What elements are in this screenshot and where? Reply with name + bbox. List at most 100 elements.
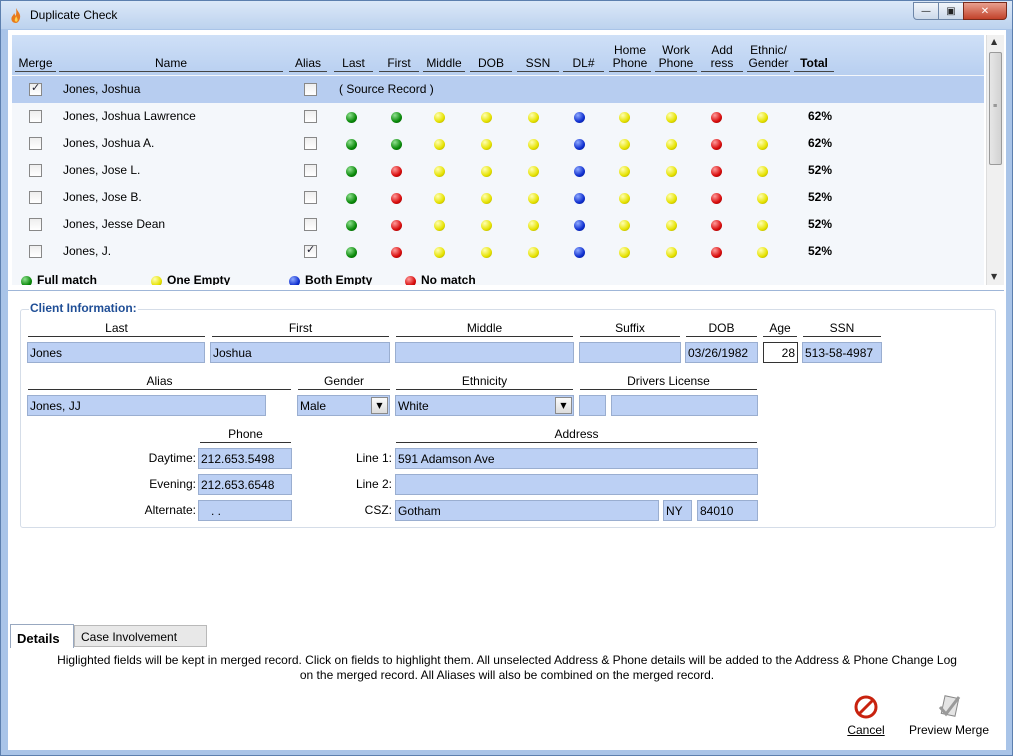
header-first[interactable]: First bbox=[379, 57, 419, 72]
yellow-match-dot-icon bbox=[481, 166, 492, 177]
red-match-dot-icon bbox=[391, 247, 402, 258]
table-row[interactable]: Jones, Jose B. 52% bbox=[12, 184, 984, 211]
gender-dropdown-arrow-icon[interactable]: ▼ bbox=[371, 397, 388, 414]
label-alternate: Alternate: bbox=[144, 503, 196, 517]
window-title: Duplicate Check bbox=[30, 8, 118, 22]
alias-checkbox[interactable] bbox=[304, 110, 317, 123]
label-phone: Phone bbox=[200, 427, 291, 443]
header-home-line2: Phone bbox=[612, 56, 648, 70]
zip-field[interactable]: 84010 bbox=[697, 500, 758, 521]
alias-checkbox[interactable] bbox=[304, 164, 317, 177]
header-ssn[interactable]: SSN bbox=[517, 57, 559, 72]
yellow-match-dot-icon bbox=[666, 247, 677, 258]
dl-number-field[interactable] bbox=[611, 395, 758, 416]
tab-details[interactable]: Details bbox=[10, 624, 74, 648]
ethnicity-select[interactable]: White ▼ bbox=[395, 395, 574, 416]
table-row[interactable]: Jones, Jose L. 52% bbox=[12, 157, 984, 184]
state-field[interactable]: NY bbox=[663, 500, 692, 521]
ethnicity-value: White bbox=[398, 399, 429, 413]
red-match-dot-icon bbox=[391, 166, 402, 177]
close-button[interactable]: ✕ bbox=[963, 2, 1007, 20]
row-name: Jones, Joshua bbox=[63, 82, 141, 96]
row-name: Jones, Jesse Dean bbox=[63, 217, 166, 231]
merge-checkbox[interactable] bbox=[29, 218, 42, 231]
checkmark-document-icon bbox=[938, 695, 961, 717]
tab-case-involvement[interactable]: Case Involvement bbox=[74, 625, 207, 647]
minimize-button[interactable]: — bbox=[913, 2, 939, 20]
table-row[interactable]: Jones, Joshua Lawrence 62% bbox=[12, 103, 984, 130]
header-last[interactable]: Last bbox=[334, 57, 373, 72]
merge-checkbox[interactable] bbox=[29, 81, 42, 96]
yellow-match-dot-icon bbox=[528, 247, 539, 258]
header-address[interactable]: Add ress bbox=[701, 44, 743, 72]
first-field[interactable]: Joshua bbox=[210, 342, 390, 363]
alias-field[interactable]: Jones, JJ bbox=[27, 395, 266, 416]
header-address-line1: Add bbox=[711, 43, 733, 57]
yellow-match-dot-icon bbox=[481, 112, 492, 123]
scroll-down-arrow-icon[interactable]: ▼ bbox=[991, 272, 997, 281]
grid-scrollbar[interactable]: ▲ ≡ ▼ bbox=[986, 35, 1004, 285]
maximize-button[interactable]: ▣ bbox=[938, 2, 964, 20]
table-row[interactable]: Jones, Jesse Dean 52% bbox=[12, 211, 984, 238]
row-name: Jones, J. bbox=[63, 244, 112, 258]
dob-field[interactable]: 03/26/1982 bbox=[685, 342, 758, 363]
merge-checkbox[interactable] bbox=[29, 245, 42, 258]
title-bar[interactable]: Duplicate Check — ▣ ✕ bbox=[1, 1, 1012, 29]
header-name[interactable]: Name bbox=[59, 57, 283, 72]
merge-checkbox[interactable] bbox=[29, 137, 42, 150]
preview-merge-label: Preview Merge bbox=[908, 723, 990, 737]
dl-state-field[interactable] bbox=[579, 395, 606, 416]
address-line2-field[interactable] bbox=[395, 474, 758, 495]
ethnicity-dropdown-arrow-icon[interactable]: ▼ bbox=[555, 397, 572, 414]
yellow-match-dot-icon bbox=[757, 247, 768, 258]
alias-checkbox[interactable] bbox=[304, 191, 317, 204]
gender-select[interactable]: Male ▼ bbox=[297, 395, 390, 416]
alias-checkbox[interactable] bbox=[304, 83, 317, 96]
suffix-field[interactable] bbox=[579, 342, 681, 363]
middle-field[interactable] bbox=[395, 342, 574, 363]
header-middle[interactable]: Middle bbox=[423, 57, 465, 72]
header-merge[interactable]: Merge bbox=[15, 57, 56, 72]
legend-green-dot-icon bbox=[21, 276, 32, 285]
table-row[interactable]: Jones, Joshua A. 62% bbox=[12, 130, 984, 157]
label-ssn: SSN bbox=[803, 321, 881, 337]
table-row[interactable]: Jones, Joshua ( Source Record ) bbox=[12, 76, 984, 103]
header-ethnic-gender[interactable]: Ethnic/Gender bbox=[747, 44, 790, 72]
header-home-phone[interactable]: Home Phone bbox=[609, 44, 651, 72]
blue-match-dot-icon bbox=[574, 220, 585, 231]
merge-checkbox[interactable] bbox=[29, 164, 42, 177]
header-alias[interactable]: Alias bbox=[289, 57, 327, 72]
daytime-phone-field[interactable]: 212.653.5498 bbox=[198, 448, 292, 469]
alternate-phone-field[interactable]: . . bbox=[198, 500, 292, 521]
blue-match-dot-icon bbox=[574, 166, 585, 177]
green-match-dot-icon bbox=[391, 112, 402, 123]
yellow-match-dot-icon bbox=[619, 166, 630, 177]
label-suffix: Suffix bbox=[580, 321, 680, 337]
cancel-button[interactable]: Cancel bbox=[845, 694, 887, 737]
alias-checkbox[interactable] bbox=[304, 137, 317, 150]
age-field[interactable]: 28 bbox=[763, 342, 798, 363]
ssn-field[interactable]: 513-58-4987 bbox=[802, 342, 882, 363]
preview-merge-button[interactable]: Preview Merge bbox=[906, 694, 992, 737]
merge-checkbox[interactable] bbox=[29, 110, 42, 123]
row-name: Jones, Jose L. bbox=[63, 163, 141, 177]
scroll-thumb[interactable]: ≡ bbox=[989, 52, 1002, 165]
scroll-up-arrow-icon[interactable]: ▲ bbox=[991, 37, 997, 46]
alias-checkbox[interactable] bbox=[304, 243, 317, 258]
evening-phone-field[interactable]: 212.653.6548 bbox=[198, 474, 292, 495]
header-dl[interactable]: DL# bbox=[563, 57, 604, 72]
label-middle: Middle bbox=[396, 321, 573, 337]
header-total[interactable]: Total bbox=[794, 57, 834, 72]
label-daytime: Daytime: bbox=[148, 451, 196, 465]
alias-checkbox[interactable] bbox=[304, 218, 317, 231]
address-line1-field[interactable]: 591 Adamson Ave bbox=[395, 448, 758, 469]
header-work-phone[interactable]: Work Phone bbox=[655, 44, 697, 72]
yellow-match-dot-icon bbox=[666, 112, 677, 123]
label-alias: Alias bbox=[28, 374, 291, 390]
city-field[interactable]: Gotham bbox=[395, 500, 659, 521]
merge-checkbox[interactable] bbox=[29, 191, 42, 204]
last-field[interactable]: Jones bbox=[27, 342, 205, 363]
table-row[interactable]: Jones, J. 52% bbox=[12, 238, 984, 265]
header-dob[interactable]: DOB bbox=[470, 57, 512, 72]
gender-value: Male bbox=[300, 399, 327, 413]
